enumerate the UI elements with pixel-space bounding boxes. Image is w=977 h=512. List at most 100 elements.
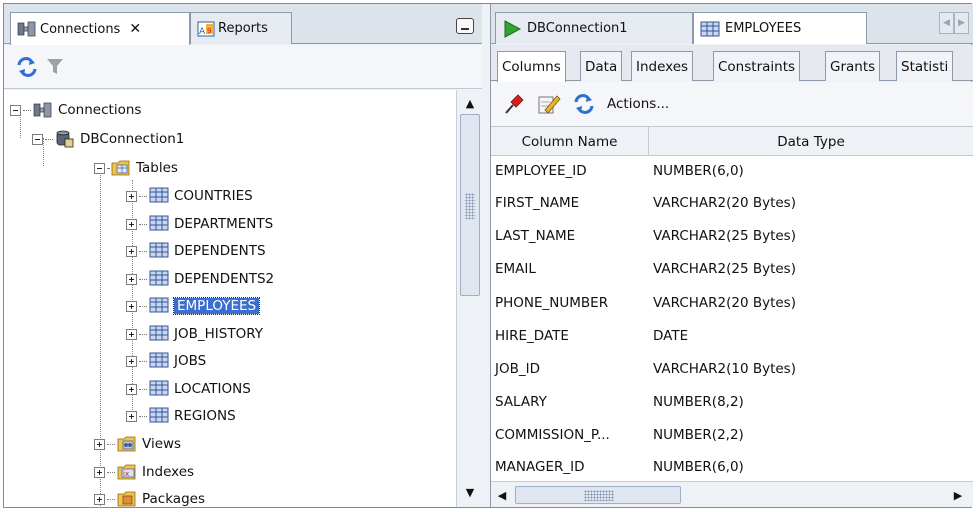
- expand-icon[interactable]: [94, 438, 105, 450]
- cell-column-name: EMPLOYEE_ID: [495, 162, 587, 179]
- scroll-up-icon[interactable]: ▲: [460, 94, 480, 112]
- tree-node-table[interactable]: JOB_HISTORY: [126, 322, 263, 346]
- grid-horizontal-scrollbar[interactable]: ◀ ▶: [491, 481, 973, 507]
- tree-connector: [139, 305, 147, 307]
- tree-node-table[interactable]: DEPARTMENTS: [126, 212, 273, 236]
- scroll-right-icon[interactable]: ▶: [949, 486, 967, 504]
- tree-node-table[interactable]: JOBS: [126, 349, 206, 373]
- subtab-data[interactable]: Data: [580, 51, 623, 81]
- tree-vertical-scrollbar[interactable]: ▲ ▼: [456, 90, 482, 507]
- tab-dbconnection1-label: DBConnection1: [527, 21, 628, 36]
- tree-node-table[interactable]: LOCATIONS: [126, 377, 251, 401]
- table-icon: [149, 297, 169, 315]
- tab-connections[interactable]: Connections ✕: [10, 12, 190, 45]
- tree-connector: [139, 278, 147, 280]
- cell-data-type: VARCHAR2(25 Bytes): [653, 227, 796, 244]
- packages-folder-icon: [117, 490, 137, 507]
- expand-icon[interactable]: [126, 355, 137, 367]
- cell-column-name: COMMISSION_P...: [495, 426, 610, 443]
- scroll-left-icon[interactable]: ◀: [493, 486, 511, 504]
- table-row[interactable]: LAST_NAME VARCHAR2(25 Bytes): [491, 221, 973, 250]
- tree-node-label: DEPARTMENTS: [174, 216, 274, 232]
- subtab-grants[interactable]: Grants: [825, 51, 881, 81]
- expand-icon[interactable]: [126, 410, 137, 422]
- table-icon: [149, 187, 169, 205]
- tab-dbconnection1[interactable]: DBConnection1: [495, 12, 693, 44]
- scroll-down-icon[interactable]: ▼: [460, 483, 480, 501]
- collapse-icon[interactable]: [32, 133, 43, 145]
- collapse-icon[interactable]: [10, 104, 21, 116]
- tree-node-table[interactable]: DEPENDENTS2: [126, 267, 274, 291]
- cell-column-name: SALARY: [495, 393, 547, 410]
- tree-connector: [23, 109, 31, 111]
- tree-node-table[interactable]: REGIONS: [126, 404, 236, 428]
- connections-toolbar: [4, 45, 482, 89]
- expand-icon[interactable]: [126, 245, 137, 257]
- tree-connector: [107, 167, 109, 169]
- subtab-statistics[interactable]: Statisti: [896, 51, 954, 81]
- scroll-thumb[interactable]: [460, 114, 480, 296]
- tree-node-tables[interactable]: Tables: [94, 156, 178, 180]
- subtab-indexes[interactable]: Indexes: [631, 51, 694, 81]
- table-row[interactable]: EMPLOYEE_ID NUMBER(6,0): [491, 156, 973, 185]
- expand-icon[interactable]: [94, 466, 105, 478]
- scroll-thumb[interactable]: [515, 486, 681, 504]
- cell-column-name: HIRE_DATE: [495, 327, 569, 344]
- expand-icon[interactable]: [94, 493, 105, 505]
- tree-connector: [107, 498, 115, 500]
- tree-node-table[interactable]: DEPENDENTS: [126, 239, 266, 263]
- views-folder-icon: [117, 435, 137, 453]
- expand-icon[interactable]: [126, 273, 137, 285]
- svg-text:9: 9: [207, 27, 211, 35]
- table-row[interactable]: HIRE_DATE DATE: [491, 321, 973, 350]
- tree-node-label: REGIONS: [174, 408, 236, 424]
- tree-connector: [139, 223, 147, 225]
- table-row[interactable]: SALARY NUMBER(8,2): [491, 387, 973, 416]
- column-header-name[interactable]: Column Name: [491, 127, 649, 156]
- expand-icon[interactable]: [126, 300, 137, 312]
- tree-node-label: LOCATIONS: [174, 381, 251, 397]
- actions-menu-button[interactable]: Actions...: [607, 96, 669, 112]
- expand-icon[interactable]: [126, 190, 137, 202]
- refresh-icon[interactable]: [573, 94, 595, 114]
- expand-icon[interactable]: [126, 383, 137, 395]
- tree-node-indexes[interactable]: ix Indexes: [94, 460, 194, 484]
- subtab-columns[interactable]: Columns: [497, 51, 566, 82]
- table-row[interactable]: PHONE_NUMBER VARCHAR2(20 Bytes): [491, 288, 973, 317]
- tab-reports[interactable]: A 9 Reports: [190, 12, 292, 44]
- column-header-type[interactable]: Data Type: [649, 127, 973, 156]
- expand-icon[interactable]: [126, 218, 137, 230]
- table-row[interactable]: COMMISSION_P... NUMBER(2,2): [491, 420, 973, 449]
- table-row[interactable]: FIRST_NAME VARCHAR2(20 Bytes): [491, 188, 973, 217]
- tree-connector: [107, 443, 115, 445]
- refresh-icon[interactable]: [16, 57, 38, 81]
- tab-employees[interactable]: EMPLOYEES: [693, 12, 867, 44]
- pin-icon[interactable]: [503, 93, 525, 115]
- connections-tree: Connections DBConnection1 Tables COUNTRI…: [4, 90, 482, 507]
- tab-scroll-left-icon[interactable]: ◀: [939, 12, 954, 34]
- tree-node-table-selected[interactable]: EMPLOYEES: [126, 294, 261, 318]
- minimize-button[interactable]: [456, 18, 474, 34]
- table-row[interactable]: EMAIL VARCHAR2(25 Bytes): [491, 254, 973, 283]
- close-icon[interactable]: ✕: [129, 21, 141, 37]
- tree-node-packages[interactable]: Packages: [94, 487, 205, 507]
- subtab-constraints[interactable]: Constraints: [713, 51, 801, 81]
- expand-icon[interactable]: [126, 328, 137, 340]
- connections-icon: [33, 101, 53, 119]
- tree-node-views[interactable]: Views: [94, 432, 181, 456]
- table-row[interactable]: JOB_ID VARCHAR2(10 Bytes): [491, 354, 973, 383]
- table-icon: [149, 270, 169, 288]
- table-row[interactable]: MANAGER_ID NUMBER(6,0): [491, 452, 973, 481]
- collapse-icon[interactable]: [94, 162, 105, 174]
- cell-data-type: VARCHAR2(20 Bytes): [653, 194, 796, 211]
- tree-node-dbconnection1[interactable]: DBConnection1: [32, 127, 184, 151]
- tree-node-connections[interactable]: Connections: [10, 98, 141, 122]
- scroll-grip: [584, 490, 614, 501]
- cell-data-type: NUMBER(6,0): [653, 162, 744, 179]
- tab-scroll-right-icon[interactable]: ▶: [954, 12, 969, 34]
- tree-node-label: Indexes: [142, 464, 195, 480]
- tree-connector: [139, 250, 147, 252]
- filter-icon[interactable]: [46, 58, 64, 80]
- tree-node-table[interactable]: COUNTRIES: [126, 184, 253, 208]
- edit-icon[interactable]: [537, 93, 561, 115]
